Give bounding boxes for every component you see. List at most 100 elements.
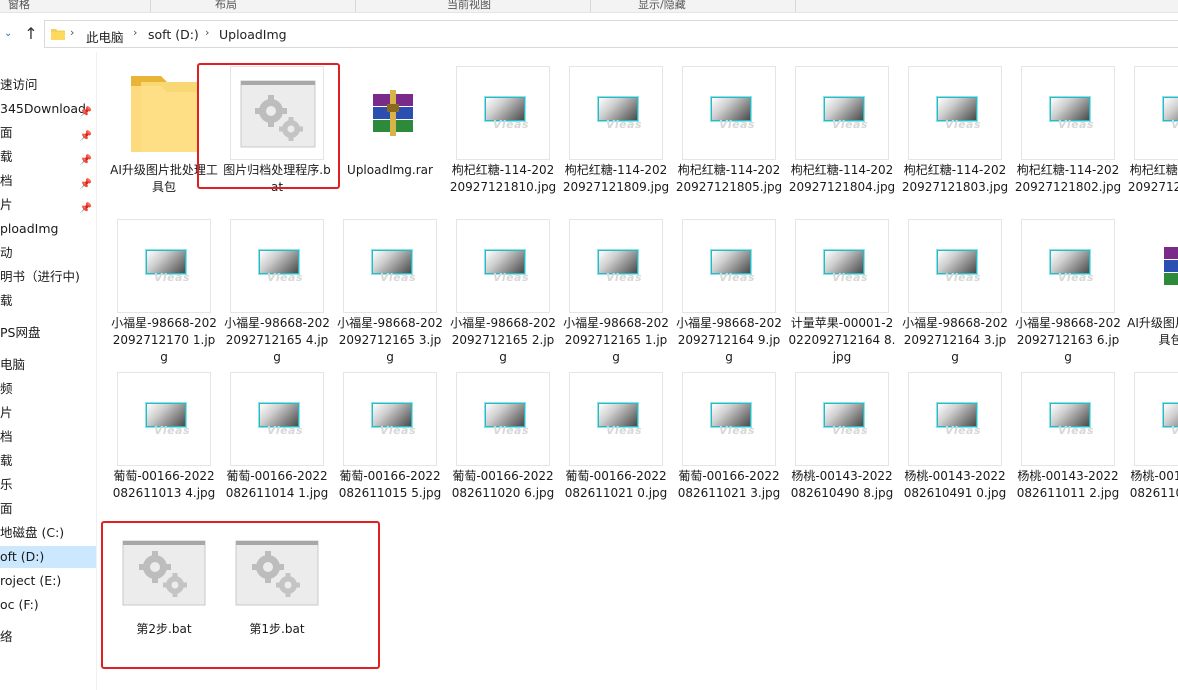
sidebar-item-download[interactable]: 载: [0, 290, 96, 312]
up-arrow-icon[interactable]: ↑: [22, 24, 40, 44]
file-item-jpg[interactable]: Vieas 枸杞红糖-114-20220927121810.jpg: [449, 66, 557, 216]
sidebar-item-quick-access[interactable]: 速访问: [0, 74, 96, 96]
sidebar-item-drive-f[interactable]: oc (F:): [0, 594, 96, 616]
breadcrumb-chevron-icon[interactable]: ›: [70, 26, 74, 39]
sidebar-item-drive-c[interactable]: 地磁盘 (C:): [0, 522, 96, 544]
file-name: 杨桃-00143-2022082610490 8.jpg: [790, 469, 894, 500]
file-item-jpg[interactable]: Vieas 杨桃-00143-2022082610490 8.jpg: [788, 372, 896, 522]
file-item-jpg[interactable]: Vieas 杨桃-00143-2022082611011 2.jpg: [1014, 372, 1122, 522]
file-item-jpg[interactable]: Vieas 葡萄-00166-2022082611015 5.jpg: [336, 372, 444, 522]
sidebar-item-videos[interactable]: 频: [0, 378, 96, 400]
breadcrumb-chevron-icon[interactable]: ›: [133, 26, 137, 39]
file-item-jpg[interactable]: Vieas 计量苹果-00001-2022092712164 8.jpg: [788, 219, 896, 369]
file-item-jpg[interactable]: Vieas 小福星-98668-2022092712165 2.jpg: [449, 219, 557, 369]
gear-icon: [235, 540, 319, 606]
sidebar-item-wps-drive[interactable]: PS网盘: [0, 322, 96, 344]
file-thumbnail: Vieas: [343, 372, 437, 466]
file-name: 小福星-98668-2022092712165 1.jpg: [563, 316, 669, 364]
sidebar-item-uploadimg[interactable]: ploadImg: [0, 218, 96, 240]
sidebar-item-music[interactable]: 乐: [0, 474, 96, 496]
sidebar-item-network[interactable]: 络: [0, 626, 96, 648]
file-thumbnail: Vieas: [569, 66, 663, 160]
breadcrumb-soft-d[interactable]: soft (D:): [148, 27, 199, 42]
sidebar-item-pictures-pc[interactable]: 片: [0, 402, 96, 424]
file-thumbnail: Vieas: [456, 372, 550, 466]
file-item-jpg[interactable]: Vieas 葡萄-00166-2022082611013 4.jpg: [110, 372, 218, 522]
file-thumbnail: Vieas: [569, 219, 663, 313]
file-item-jpg[interactable]: Vieas 枸杞红糖-114-20220927121803.jpg: [901, 66, 1009, 216]
file-name: 小福星-98668-2022092712165 2.jpg: [450, 316, 556, 364]
file-item-jpg[interactable]: Vieas 小福星-98668-2022092712165 3.jpg: [336, 219, 444, 369]
file-thumbnail: Vieas: [569, 372, 663, 466]
file-item-jpg[interactable]: Vieas 葡萄-00166-2022082611014 1.jpg: [223, 372, 331, 522]
sidebar-item-downloads-pc[interactable]: 载: [0, 450, 96, 472]
pin-icon: 📌: [79, 107, 92, 118]
file-item-jpg[interactable]: Vieas 杨桃-00143-2022082610491 0.jpg: [901, 372, 1009, 522]
file-name: 枸杞红糖-114-20220927121805.jpg: [675, 163, 783, 194]
file-item-rar[interactable]: UploadImg.rar: [336, 66, 444, 216]
gear-icon: [122, 540, 206, 606]
file-thumbnail: Vieas: [908, 219, 1002, 313]
breadcrumb-uploadimg[interactable]: UploadImg: [219, 27, 287, 42]
file-item-jpg[interactable]: Vieas 葡萄-00166-2022082611021 0.jpg: [562, 372, 670, 522]
file-thumbnail: Vieas: [682, 66, 776, 160]
file-thumbnail: Vieas: [1134, 372, 1178, 466]
ribbon-group-show-hide[interactable]: 显示/隐藏: [638, 0, 686, 12]
file-item-folder[interactable]: AI升级图片批处理工具包: [110, 66, 218, 216]
pin-icon: 📌: [79, 131, 92, 142]
file-thumbnail: [230, 535, 324, 629]
sidebar-item-this-pc[interactable]: 电脑: [0, 354, 96, 376]
ribbon: 窗格 布局 当前视图 显示/隐藏: [0, 0, 1178, 13]
sidebar-item-drive-e[interactable]: roject (E:): [0, 570, 96, 592]
file-item-jpg[interactable]: Vieas 枸杞红糖-114-20220927121805.jpg: [675, 66, 783, 216]
gear-icon: [240, 80, 316, 148]
file-name: 杨桃-00143-2022082611011 2.jpg: [1016, 469, 1120, 500]
sidebar-item-downloads[interactable]: 载 📌: [0, 146, 96, 168]
file-item-jpg-partial[interactable]: Vieas 枸杞红糖-114-20220927121755.jpg: [1127, 66, 1178, 216]
pin-icon: 📌: [79, 179, 92, 190]
file-item-jpg[interactable]: Vieas 葡萄-00166-2022082611021 3.jpg: [675, 372, 783, 522]
file-thumbnail: [117, 535, 211, 629]
sidebar-item-activity[interactable]: 动: [0, 242, 96, 264]
file-item-jpg[interactable]: Vieas 小福星-98668-2022092712164 9.jpg: [675, 219, 783, 369]
breadcrumb-this-pc[interactable]: 此电脑: [86, 27, 124, 46]
file-name: 小福星-98668-2022092712164 9.jpg: [676, 316, 782, 364]
file-name: 枸杞红糖-114-20220927121810.jpg: [449, 163, 557, 194]
file-item-bat[interactable]: 图片归档处理程序.bat: [223, 66, 331, 216]
sidebar-item-desktop[interactable]: 面 📌: [0, 122, 96, 144]
pin-icon: 📌: [79, 155, 92, 166]
file-item-jpg[interactable]: Vieas 葡萄-00166-2022082611020 6.jpg: [449, 372, 557, 522]
file-item-jpg-partial[interactable]: Vieas 杨桃-00143-2022082611014 0.jpg: [1127, 372, 1178, 522]
file-item-jpg[interactable]: Vieas 枸杞红糖-114-20220927121804.jpg: [788, 66, 896, 216]
file-item-jpg[interactable]: Vieas 枸杞红糖-114-20220927121809.jpg: [562, 66, 670, 216]
file-name: 枸杞红糖-114-20220927121755.jpg: [1127, 163, 1178, 194]
file-thumbnail: Vieas: [682, 219, 776, 313]
file-item-jpg[interactable]: Vieas 小福星-98668-2022092712165 1.jpg: [562, 219, 670, 369]
file-item-jpg[interactable]: Vieas 小福星-98668-2022092712170 1.jpg: [110, 219, 218, 369]
file-item-jpg[interactable]: Vieas 小福星-98668-2022092712164 3.jpg: [901, 219, 1009, 369]
ribbon-group-layout[interactable]: 布局: [215, 0, 237, 12]
file-item-bat[interactable]: 第2步.bat: [110, 535, 218, 685]
winrar-archive-icon: [343, 66, 437, 160]
file-item-bat[interactable]: 第1步.bat: [223, 535, 331, 685]
recent-locations-chevron-icon[interactable]: ⌄: [4, 26, 18, 42]
file-name: 葡萄-00166-2022082611020 6.jpg: [451, 469, 555, 500]
sidebar-item-documents[interactable]: 档 📌: [0, 170, 96, 192]
sidebar-item-2345download[interactable]: 345Download 📌: [0, 98, 96, 120]
sidebar-item-drive-d[interactable]: oft (D:): [0, 546, 96, 568]
sidebar-item-documents-pc[interactable]: 档: [0, 426, 96, 448]
file-item-jpg[interactable]: Vieas 枸杞红糖-114-20220927121802.jpg: [1014, 66, 1122, 216]
ribbon-group-current-view[interactable]: 当前视图: [447, 0, 491, 12]
ribbon-group-pane[interactable]: 窗格: [8, 0, 30, 12]
address-bar[interactable]: › 此电脑 › soft (D:) › UploadImg: [44, 20, 1178, 48]
file-item-jpg[interactable]: Vieas 小福星-98668-2022092712165 4.jpg: [223, 219, 331, 369]
file-name: 图片归档处理程序.bat: [223, 163, 331, 194]
file-name: 杨桃-00143-2022082611014 0.jpg: [1129, 469, 1178, 500]
breadcrumb-chevron-icon[interactable]: ›: [205, 26, 209, 39]
file-name: 葡萄-00166-2022082611021 3.jpg: [677, 469, 781, 500]
sidebar-item-manual[interactable]: 明书（进行中): [0, 266, 96, 288]
file-item-rar-partial[interactable]: AI升级图片批处理工具包.rar: [1127, 219, 1178, 369]
sidebar-item-pictures[interactable]: 片 📌: [0, 194, 96, 216]
file-item-jpg[interactable]: Vieas 小福星-98668-2022092712163 6.jpg: [1014, 219, 1122, 369]
sidebar-item-desktop-pc[interactable]: 面: [0, 498, 96, 520]
